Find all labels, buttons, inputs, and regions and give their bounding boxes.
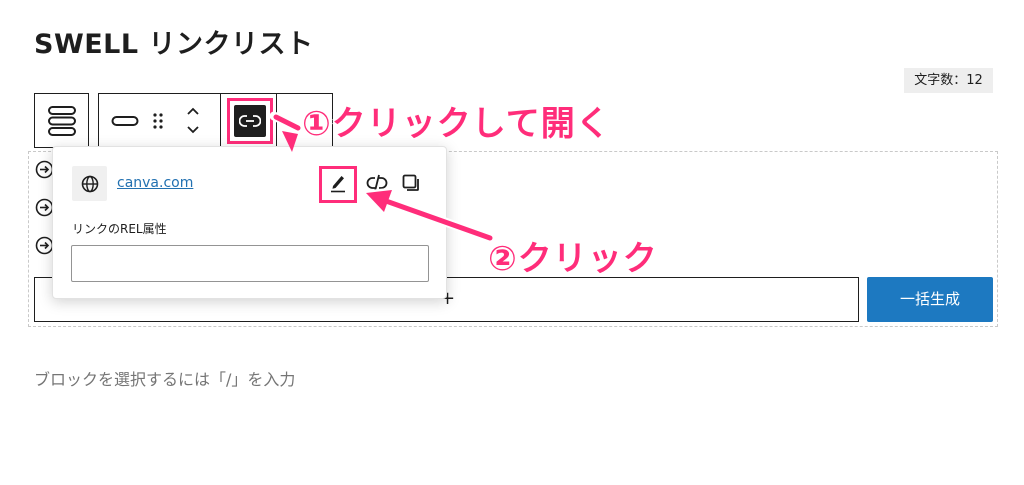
block-type-button[interactable] [34,93,89,148]
move-up-icon[interactable] [183,103,203,119]
link-popover: canva.com リンクのREL属性 [52,146,447,299]
rel-attribute-input[interactable] [71,245,429,282]
button-style-icon[interactable] [111,108,139,134]
list-block-icon [44,103,80,139]
block-placeholder[interactable]: ブロックを選択するには「/」を入力 [34,366,295,390]
block-toolbar [98,93,333,148]
bulk-generate-button[interactable]: 一括生成 [867,277,993,322]
copy-icon[interactable] [399,171,423,195]
link-url[interactable]: canva.com [117,175,193,191]
drag-handle-icon[interactable] [149,108,167,134]
globe-icon [72,166,107,201]
annotation-step-1: ①クリックして開く [302,104,611,144]
unlink-icon[interactable] [365,171,389,195]
toolbar-divider [220,94,221,147]
annotation-step-2: ②クリック [488,239,658,279]
pencil-icon [329,173,347,197]
rel-attribute-label: リンクのREL属性 [72,222,167,236]
page-title: SWELL リンクリスト [34,29,314,60]
toolbar-divider [276,94,277,147]
edit-link-button[interactable] [319,166,357,203]
move-down-icon[interactable] [183,122,203,138]
link-icon [234,105,266,137]
link-toolbar-button[interactable] [227,98,273,144]
character-count-badge: 文字数：12 [904,68,993,93]
